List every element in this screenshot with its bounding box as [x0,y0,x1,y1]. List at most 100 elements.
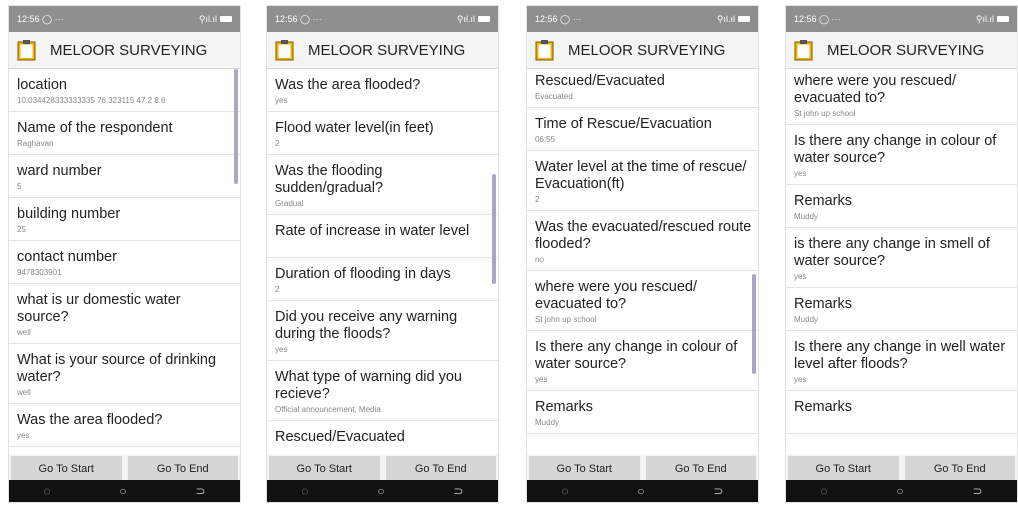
survey-item[interactable]: what is ur domestic water source? well [9,284,240,344]
signal-icon: ⚲ıl.ıl [456,13,475,24]
app-bar: MELOOR SURVEYING [9,32,240,69]
go-to-start-button[interactable]: Go To Start [529,456,640,482]
survey-item[interactable]: Did you receive any warning during the f… [267,301,498,361]
survey-item[interactable]: where were you rescued/ evacuated to? St… [786,69,1017,125]
app-title: MELOOR SURVEYING [568,41,726,59]
survey-item[interactable]: ward number 5 [9,155,240,198]
app-bar: MELOOR SURVEYING [267,32,498,69]
answer-text: yes [535,375,548,384]
survey-item[interactable]: Is there any change in well water level … [786,331,1017,391]
survey-item[interactable]: contact number 9478303901 [9,241,240,284]
go-to-end-button[interactable]: Go To End [385,456,496,482]
survey-item[interactable]: Was the area flooded? yes [9,404,240,447]
question-text: Was the evacuated/rescued route flooded? [535,219,752,252]
survey-item[interactable]: Rescued/Evacuated [267,421,498,454]
answer-text: 5 [17,182,22,191]
answer-text: no [535,255,544,264]
status-bar: 12:56 ◯ ··· ⚲ıl.ıl [9,6,240,32]
survey-item[interactable]: is there any change in smell of water so… [786,228,1017,288]
go-to-start-button[interactable]: Go To Start [11,456,122,482]
back-nav-icon[interactable]: ◌ [301,484,308,498]
survey-item[interactable]: location 10.034428333333335 76.323115 47… [9,69,240,112]
answer-text: Muddy [794,315,819,324]
go-to-end-button[interactable]: Go To End [645,456,756,482]
scrollbar[interactable] [492,174,496,284]
question-text: Did you receive any warning during the f… [275,309,458,342]
survey-item[interactable]: Is there any change in colour of water s… [786,125,1017,185]
survey-item[interactable]: Was the flooding sudden/gradual? Gradual [267,155,498,215]
survey-item[interactable]: Remarks [786,391,1017,434]
survey-item[interactable]: Rescued/Evacuated Evacuated [527,69,758,108]
survey-item[interactable]: Remarks Muddy [527,391,758,434]
question-text: Rescued/Evacuated [275,429,405,445]
clipboard-icon [17,40,36,61]
survey-item[interactable]: Rate of increase in water level [267,215,498,258]
app-bar: MELOOR SURVEYING [786,32,1017,69]
back-nav-icon[interactable]: ◌ [43,484,50,498]
question-text: Water level at the time of rescue/ Evacu… [535,159,747,192]
recent-nav-icon[interactable]: ⊃ [714,484,724,498]
recent-nav-icon[interactable]: ⊃ [454,484,464,498]
question-text: Is there any change in well water level … [794,339,1006,372]
go-to-end-button[interactable]: Go To End [127,456,238,482]
question-text: Was the area flooded? [275,77,421,93]
status-bar: 12:56 ◯ ··· ⚲ıl.ıl [527,6,758,32]
home-nav-icon[interactable]: ○ [637,484,644,498]
home-nav-icon[interactable]: ○ [896,484,903,498]
survey-list[interactable]: location 10.034428333333335 76.323115 47… [9,69,240,454]
answer-text: well [17,328,31,337]
survey-item[interactable]: Duration of flooding in days 2 [267,258,498,301]
back-nav-icon[interactable]: ◌ [561,484,568,498]
scrollbar[interactable] [752,274,756,374]
survey-list[interactable]: Was the area flooded? yes Flood water lev… [267,69,498,454]
recent-nav-icon[interactable]: ⊃ [973,484,983,498]
survey-item[interactable]: where were you rescued/ evacuated to? St… [527,271,758,331]
survey-item[interactable]: Was the evacuated/rescued route flooded?… [527,211,758,271]
app-title: MELOOR SURVEYING [50,41,208,59]
survey-item[interactable]: Remarks Muddy [786,185,1017,228]
android-nav-bar: ◌ ○ ⊃ [267,480,498,502]
status-bar: 12:56 ◯ ··· ⚲ıl.ıl [267,6,498,32]
question-text: Remarks [535,399,594,415]
clipboard-icon [794,40,813,61]
go-to-start-button[interactable]: Go To Start [269,456,380,482]
survey-item[interactable]: Is there any change in colour of water s… [527,331,758,391]
question-text: Was the flooding sudden/gradual? [275,163,384,196]
status-time: 12:56 ◯ ··· [535,13,582,24]
back-nav-icon[interactable]: ◌ [820,484,827,498]
survey-item[interactable]: Flood water level(in feet) 2 [267,112,498,155]
signal-icon: ⚲ıl.ıl [716,13,735,24]
survey-list[interactable]: Rescued/Evacuated Evacuated Time of Rescu… [527,69,758,454]
phone-screen-4: 12:56 ◯ ··· ⚲ıl.ıl MELOOR SURVEYING wher… [786,6,1017,502]
question-text: Rate of increase in water level [275,223,470,239]
home-nav-icon[interactable]: ○ [119,484,126,498]
recent-nav-icon[interactable]: ⊃ [196,484,206,498]
question-text: Duration of flooding in days [275,266,451,282]
clipboard-icon [535,40,554,61]
status-time: 12:56 ◯ ··· [17,13,64,24]
answer-text [275,448,492,454]
question-text: What is your source of drinking water? [17,352,217,385]
question-text: location [17,77,67,93]
survey-item[interactable]: Time of Rescue/Evacuation 06:55 [527,108,758,151]
android-nav-bar: ◌ ○ ⊃ [527,480,758,502]
survey-item[interactable]: What is your source of drinking water? w… [9,344,240,404]
answer-text: Muddy [535,418,560,427]
android-nav-bar: ◌ ○ ⊃ [786,480,1017,502]
survey-list[interactable]: where were you rescued/ evacuated to? St… [786,69,1017,454]
answer-text: yes [794,375,807,384]
survey-item[interactable]: Remarks Muddy [786,288,1017,331]
survey-item[interactable]: building number 25 [9,198,240,241]
question-text: where were you rescued/ evacuated to? [794,73,956,106]
home-nav-icon[interactable]: ○ [377,484,384,498]
survey-item[interactable]: Water level at the time of rescue/ Evacu… [527,151,758,211]
answer-text: yes [275,345,288,354]
go-to-start-button[interactable]: Go To Start [788,456,899,482]
survey-item[interactable]: What type of warning did you recieve? Of… [267,361,498,421]
answer-text: Gradual [275,199,304,208]
scrollbar[interactable] [234,69,238,184]
survey-item[interactable]: Name of the respondent Raghavan [9,112,240,155]
survey-item[interactable]: Was the area flooded? yes [267,69,498,112]
answer-text: St john up school [535,315,597,324]
go-to-end-button[interactable]: Go To End [904,456,1015,482]
